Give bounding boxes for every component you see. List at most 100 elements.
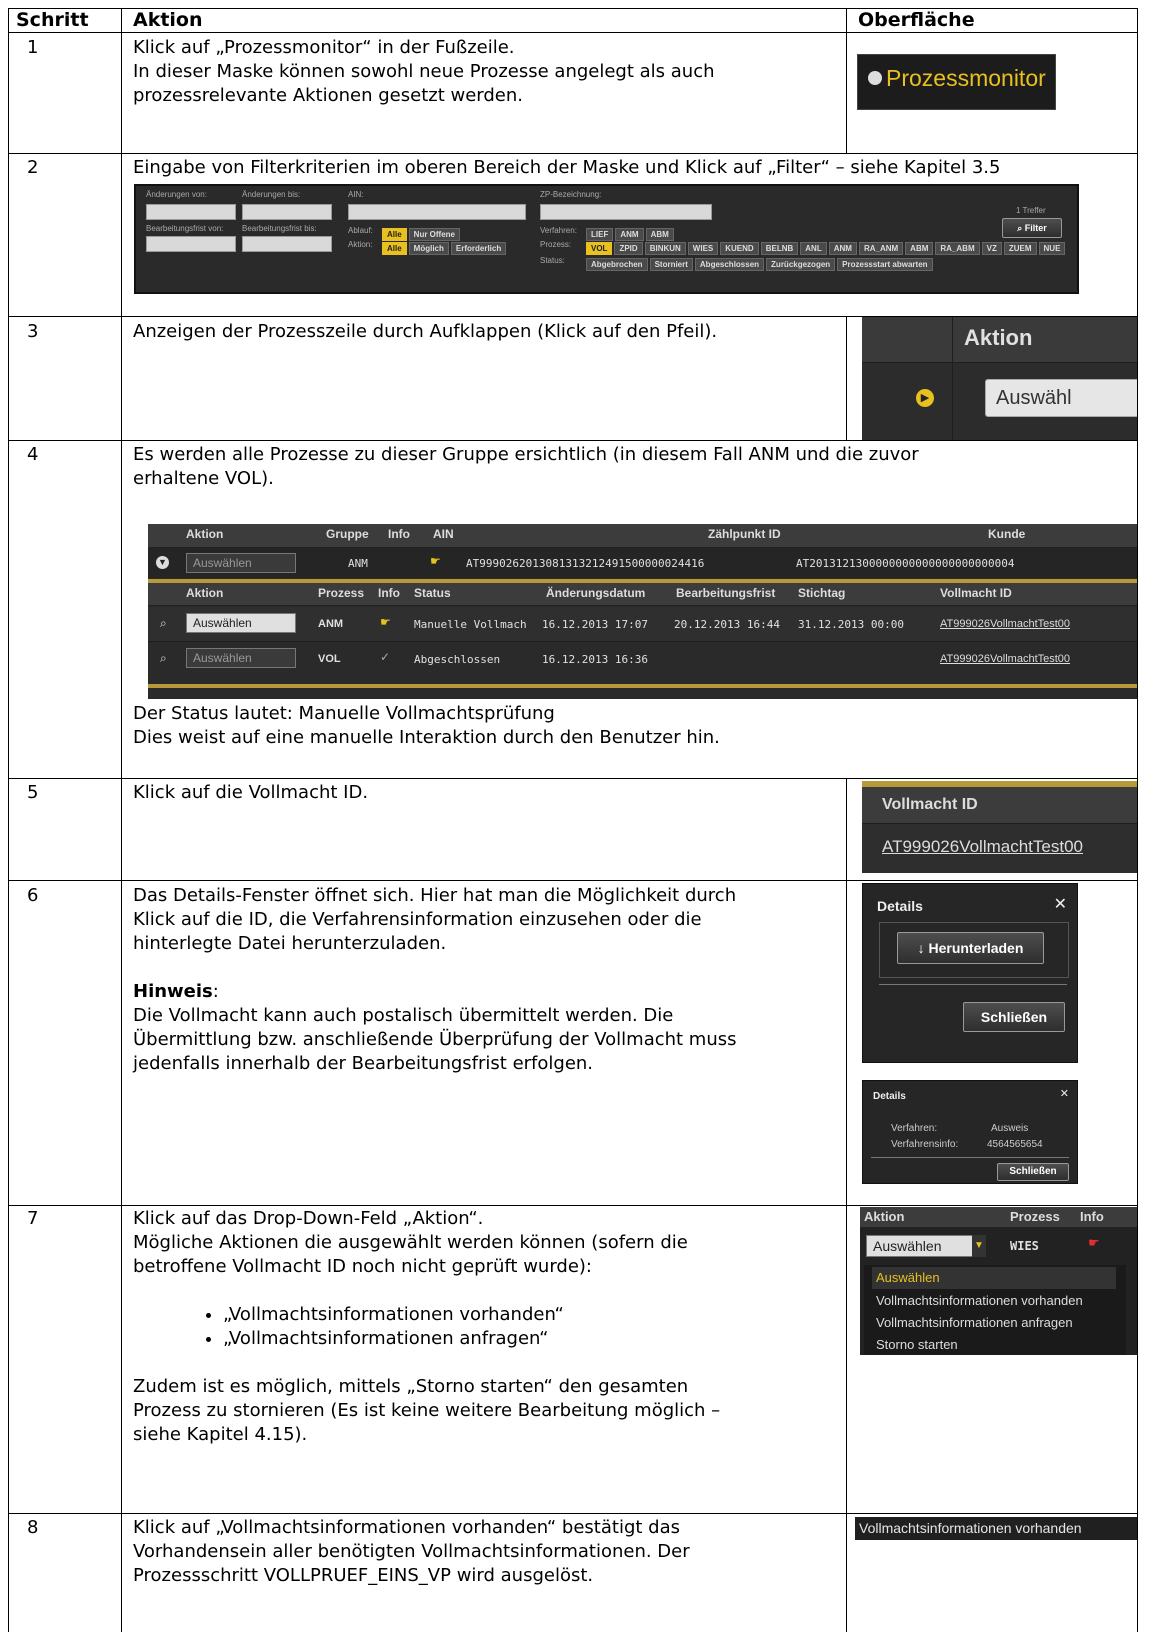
deadline-to-input[interactable] [242, 236, 332, 252]
aktion-column-header: Aktion [964, 325, 1033, 350]
step-4-text: Es werden alle Prozesse zu dieser Gruppe… [133, 444, 919, 489]
vollmacht-id-snippet: Vollmacht ID AT999026VollmachtTest00 [862, 781, 1137, 873]
deadline-from-input[interactable] [146, 236, 236, 252]
prozess-pill[interactable]: NUE [1038, 242, 1066, 255]
hit-count: 1 Treffer [1016, 206, 1046, 215]
collapse-arrow-icon[interactable]: ▼ [156, 556, 169, 569]
prozess-pill[interactable]: RA_ABM [935, 242, 980, 255]
header-step: Schritt [16, 9, 89, 31]
search-icon[interactable]: ⌕ [160, 616, 167, 631]
dropdown-header: Prozess [1010, 1209, 1060, 1224]
chevron-down-icon[interactable]: ▼ [972, 1235, 986, 1257]
row-action-select[interactable]: Auswählen [186, 613, 296, 633]
step-number: 1 [27, 37, 39, 58]
label-aktion: Aktion: [348, 240, 373, 249]
sub-header: Bearbeitungsfrist [676, 586, 776, 600]
label-changes-from: Änderungen von: [146, 190, 207, 199]
prozess-pill[interactable]: VZ [981, 242, 1002, 255]
ain-input[interactable] [348, 204, 526, 220]
dropdown-option[interactable]: Vollmachtsinformationen vorhanden [876, 1293, 1083, 1308]
filter-button[interactable]: ⌕ Filter [1002, 218, 1062, 238]
vollmacht-id-link[interactable]: AT999026VollmachtTest00 [940, 653, 1070, 665]
expand-arrow-icon[interactable]: ▶ [916, 389, 934, 407]
hint-title: Hinweis [133, 981, 213, 1002]
step-number: 5 [27, 782, 39, 803]
expand-row-snippet: Aktion ▶ Auswähl [862, 317, 1137, 440]
grid-header: Aktion [186, 527, 224, 541]
changed-cell: 16.12.2013 16:36 [542, 653, 648, 666]
aktion-alle[interactable]: Alle [382, 242, 407, 255]
status-pill[interactable]: Abgebrochen [586, 258, 648, 271]
aktion-moeglich[interactable]: Möglich [408, 242, 449, 255]
filter-panel: Änderungen von: Änderungen bis: AIN: ZP-… [134, 184, 1079, 294]
step-5-text: Klick auf die Vollmacht ID. [133, 782, 369, 803]
vollmacht-id-link[interactable]: AT999026VollmachtTest00 [940, 618, 1070, 630]
group-action-select[interactable]: Auswählen [186, 553, 296, 573]
step-6-text: Das Details-Fenster öffnet sich. Hier ha… [133, 885, 737, 1074]
step-2-text: Eingabe von Filterkriterien im oberen Be… [133, 157, 1001, 178]
step-4-after-text: Der Status lautet: Manuelle Vollmachtspr… [133, 703, 720, 748]
grid-header: Info [388, 527, 410, 541]
group-cell: ANM [348, 557, 368, 570]
step-1-text: Klick auf „Prozessmonitor“ in der Fußzei… [133, 37, 715, 106]
prozess-pill[interactable]: ZUEM [1003, 242, 1037, 255]
action-select[interactable]: Auswähl [985, 379, 1137, 417]
stichtag-cell: 31.12.2013 00:00 [798, 618, 904, 631]
process-cell: VOL [318, 653, 341, 665]
download-icon: ↓ [917, 940, 929, 956]
process-grid: Aktion Gruppe Info AIN Zählpunkt ID Kund… [148, 524, 1137, 699]
step-number: 8 [27, 1517, 39, 1538]
clock-icon [868, 71, 882, 85]
dropdown-header: Info [1080, 1209, 1104, 1224]
deadline-cell: 20.12.2013 16:44 [674, 618, 780, 631]
vollmacht-id-link[interactable]: AT999026VollmachtTest00 [882, 837, 1083, 857]
info-key: Verfahrensinfo: [891, 1139, 959, 1150]
ain-cell: AT9990262013081313212491500000024416 [466, 557, 705, 570]
label-deadline-from: Bearbeitungsfrist von: [146, 224, 224, 233]
sub-header: Aktion [186, 586, 224, 600]
info-key: Verfahren: [891, 1123, 938, 1134]
status-pill[interactable]: Prozessstart abwarten [837, 258, 933, 271]
label-zp: ZP-Bezeichnung: [540, 190, 602, 199]
step-7-text: Klick auf das Drop-Down-Feld „Aktion“. Mö… [133, 1207, 838, 1447]
label-changes-to: Änderungen bis: [242, 190, 301, 199]
aktion-erforderlich[interactable]: Erforderlich [450, 242, 507, 255]
grid-header: AIN [433, 527, 454, 541]
status-pill[interactable]: Storniert [649, 258, 693, 271]
search-icon[interactable]: ⌕ [160, 651, 167, 666]
close-button[interactable]: Schließen [963, 1002, 1065, 1032]
label-deadline-to: Bearbeitungsfrist bis: [242, 224, 317, 233]
step-number: 7 [27, 1208, 39, 1229]
grid-header: Zählpunkt ID [708, 527, 781, 541]
status-pill[interactable]: Abgeschlossen [694, 258, 765, 271]
dropdown-header: Aktion [864, 1209, 905, 1224]
close-button[interactable]: Schließen [997, 1163, 1069, 1181]
status-pill[interactable]: Zurückgezogen [766, 258, 836, 271]
info-value: Ausweis [991, 1123, 1029, 1134]
process-cell: ANM [318, 618, 344, 630]
sub-header: Prozess [318, 586, 365, 600]
changes-from-input[interactable] [146, 204, 236, 220]
zp-input[interactable] [540, 204, 712, 220]
changes-to-input[interactable] [242, 204, 332, 220]
dropdown-option[interactable]: Storno starten [876, 1337, 958, 1352]
close-icon[interactable]: ✕ [1054, 894, 1067, 914]
label-status: Status: [540, 256, 565, 265]
action-dropdown[interactable]: Auswählen [866, 1235, 980, 1257]
download-button[interactable]: ↓ Herunterladen [897, 932, 1044, 964]
hand-icon: ☛ [1088, 1235, 1100, 1250]
dropdown-option[interactable]: Vollmachtsinformationen anfragen [876, 1315, 1073, 1330]
zp-cell: AT2013121300000000000000000000004 [796, 557, 1015, 570]
grid-header: Gruppe [326, 527, 369, 541]
prozessmonitor-button[interactable]: Prozessmonitor [857, 54, 1056, 110]
label-verfahren: Verfahren: [540, 226, 577, 235]
sub-header: Info [378, 586, 400, 600]
changed-cell: 16.12.2013 17:07 [542, 618, 648, 631]
vollmacht-vorhanden-option[interactable]: Vollmachtsinformationen vorhanden [859, 1520, 1082, 1536]
close-icon[interactable]: ✕ [1060, 1087, 1069, 1100]
process-cell: WIES [1010, 1239, 1039, 1253]
label-ain: AIN: [348, 190, 364, 199]
details-dialog-info: Details ✕ Verfahren: Ausweis Verfahrensi… [862, 1080, 1078, 1184]
dropdown-option[interactable]: Auswählen [872, 1267, 1116, 1289]
row-action-select[interactable]: Auswählen [186, 648, 296, 668]
